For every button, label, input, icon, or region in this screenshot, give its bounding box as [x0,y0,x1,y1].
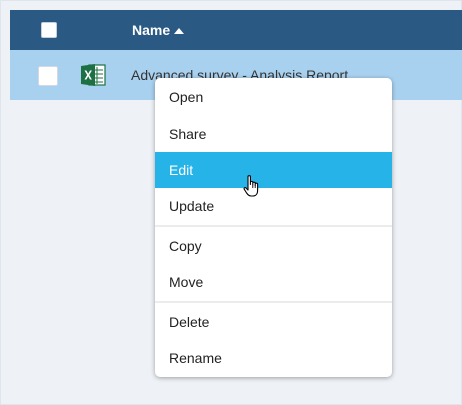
context-menu: Open Share Edit Update Copy Move Delete … [155,78,392,377]
menu-item-share[interactable]: Share [155,116,392,152]
excel-file-icon [81,64,106,86]
menu-item-rename[interactable]: Rename [155,340,392,376]
menu-item-move[interactable]: Move [155,264,392,300]
name-column-header[interactable]: Name [132,22,185,38]
menu-divider [155,225,392,227]
caret-up-icon [174,27,185,34]
menu-divider [155,301,392,303]
menu-item-copy[interactable]: Copy [155,228,392,264]
menu-item-update[interactable]: Update [155,188,392,224]
name-column-label: Name [132,22,171,38]
row-checkbox[interactable] [38,66,58,86]
menu-item-open[interactable]: Open [155,78,392,116]
menu-item-delete[interactable]: Delete [155,304,392,340]
select-all-checkbox[interactable] [41,22,57,38]
menu-item-edit[interactable]: Edit [155,152,392,188]
table-header: Name [10,10,462,50]
